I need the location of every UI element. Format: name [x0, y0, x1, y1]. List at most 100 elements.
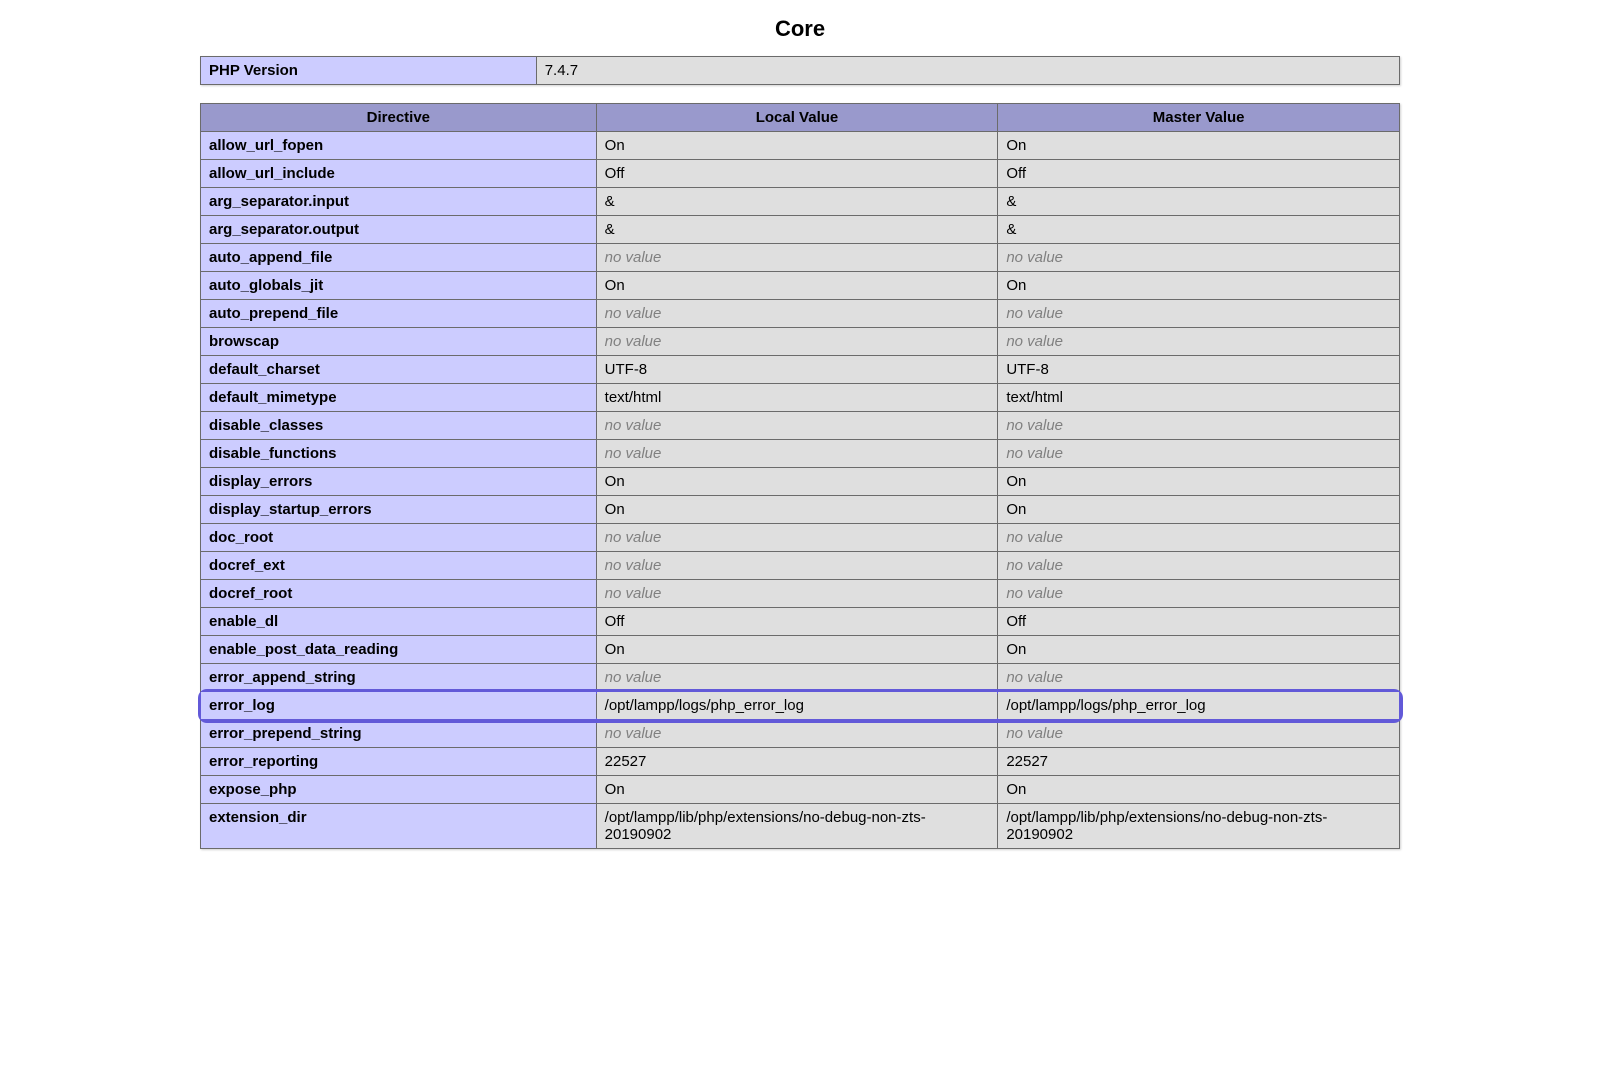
directive-local-value: no value [596, 328, 998, 356]
directive-local-value: no value [596, 552, 998, 580]
directive-master-value: no value [998, 720, 1400, 748]
php-version-label: PHP Version [201, 57, 537, 85]
directive-name: auto_globals_jit [201, 272, 597, 300]
directive-master-value: On [998, 132, 1400, 160]
directive-master-value: no value [998, 524, 1400, 552]
table-row: allow_url_fopenOnOn [201, 132, 1400, 160]
directive-local-value: UTF-8 [596, 356, 998, 384]
directive-master-value: & [998, 188, 1400, 216]
directive-local-value: no value [596, 412, 998, 440]
directive-name: extension_dir [201, 804, 597, 849]
table-header-row: Directive Local Value Master Value [201, 104, 1400, 132]
table-row: auto_globals_jitOnOn [201, 272, 1400, 300]
table-row: error_prepend_stringno valueno value [201, 720, 1400, 748]
col-directive: Directive [201, 104, 597, 132]
directive-name: error_log [201, 692, 597, 720]
table-row: disable_functionsno valueno value [201, 440, 1400, 468]
table-row: expose_phpOnOn [201, 776, 1400, 804]
directive-name: expose_php [201, 776, 597, 804]
col-local-value: Local Value [596, 104, 998, 132]
directive-name: auto_prepend_file [201, 300, 597, 328]
directives-table: Directive Local Value Master Value allow… [200, 103, 1400, 849]
table-row: arg_separator.output&& [201, 216, 1400, 244]
directive-local-value: no value [596, 720, 998, 748]
directive-name: disable_classes [201, 412, 597, 440]
directive-master-value: 22527 [998, 748, 1400, 776]
directive-master-value: UTF-8 [998, 356, 1400, 384]
table-row: docref_rootno valueno value [201, 580, 1400, 608]
directive-name: default_mimetype [201, 384, 597, 412]
directive-local-value: On [596, 468, 998, 496]
directive-name: browscap [201, 328, 597, 356]
directive-local-value: /opt/lampp/logs/php_error_log [596, 692, 998, 720]
directive-local-value: 22527 [596, 748, 998, 776]
table-row: enable_post_data_readingOnOn [201, 636, 1400, 664]
table-row: error_append_stringno valueno value [201, 664, 1400, 692]
directive-master-value: On [998, 776, 1400, 804]
directive-name: allow_url_fopen [201, 132, 597, 160]
table-row: extension_dir/opt/lampp/lib/php/extensio… [201, 804, 1400, 849]
directive-name: error_prepend_string [201, 720, 597, 748]
directive-name: arg_separator.output [201, 216, 597, 244]
directive-local-value: no value [596, 300, 998, 328]
table-row: allow_url_includeOffOff [201, 160, 1400, 188]
table-row: arg_separator.input&& [201, 188, 1400, 216]
directive-local-value: no value [596, 664, 998, 692]
directive-name: disable_functions [201, 440, 597, 468]
table-row: doc_rootno valueno value [201, 524, 1400, 552]
directive-master-value: & [998, 216, 1400, 244]
directive-local-value: On [596, 496, 998, 524]
php-version-value: 7.4.7 [536, 57, 1399, 85]
directive-master-value: no value [998, 300, 1400, 328]
directive-master-value: /opt/lampp/lib/php/extensions/no-debug-n… [998, 804, 1400, 849]
directive-local-value: /opt/lampp/lib/php/extensions/no-debug-n… [596, 804, 998, 849]
table-row: auto_prepend_fileno valueno value [201, 300, 1400, 328]
directive-local-value: On [596, 132, 998, 160]
directive-name: display_startup_errors [201, 496, 597, 524]
directive-local-value: no value [596, 244, 998, 272]
table-row: enable_dlOffOff [201, 608, 1400, 636]
directive-local-value: no value [596, 440, 998, 468]
table-row: docref_extno valueno value [201, 552, 1400, 580]
directive-name: enable_post_data_reading [201, 636, 597, 664]
directive-master-value: no value [998, 412, 1400, 440]
directive-local-value: Off [596, 608, 998, 636]
directive-master-value: no value [998, 440, 1400, 468]
directive-local-value: Off [596, 160, 998, 188]
table-row: browscapno valueno value [201, 328, 1400, 356]
directive-master-value: no value [998, 328, 1400, 356]
table-row: default_charsetUTF-8UTF-8 [201, 356, 1400, 384]
directive-master-value: On [998, 468, 1400, 496]
directive-master-value: On [998, 636, 1400, 664]
directive-local-value: On [596, 272, 998, 300]
directive-master-value: /opt/lampp/logs/php_error_log [998, 692, 1400, 720]
directive-local-value: & [596, 188, 998, 216]
table-row: disable_classesno valueno value [201, 412, 1400, 440]
directive-master-value: text/html [998, 384, 1400, 412]
directive-name: default_charset [201, 356, 597, 384]
directive-master-value: no value [998, 580, 1400, 608]
directive-local-value: no value [596, 524, 998, 552]
directive-master-value: Off [998, 608, 1400, 636]
php-version-table: PHP Version 7.4.7 [200, 56, 1400, 85]
table-row: error_reporting2252722527 [201, 748, 1400, 776]
directive-name: doc_root [201, 524, 597, 552]
directive-name: error_append_string [201, 664, 597, 692]
directive-master-value: no value [998, 244, 1400, 272]
directive-name: docref_ext [201, 552, 597, 580]
directive-master-value: no value [998, 664, 1400, 692]
table-row: default_mimetypetext/htmltext/html [201, 384, 1400, 412]
directive-local-value: On [596, 636, 998, 664]
directive-name: enable_dl [201, 608, 597, 636]
table-row: error_log/opt/lampp/logs/php_error_log/o… [201, 692, 1400, 720]
directive-local-value: no value [596, 580, 998, 608]
directive-name: auto_append_file [201, 244, 597, 272]
col-master-value: Master Value [998, 104, 1400, 132]
directive-master-value: On [998, 272, 1400, 300]
table-row: auto_append_fileno valueno value [201, 244, 1400, 272]
directive-name: allow_url_include [201, 160, 597, 188]
directive-name: arg_separator.input [201, 188, 597, 216]
module-title: Core [200, 16, 1400, 42]
table-row: display_errorsOnOn [201, 468, 1400, 496]
table-row: display_startup_errorsOnOn [201, 496, 1400, 524]
